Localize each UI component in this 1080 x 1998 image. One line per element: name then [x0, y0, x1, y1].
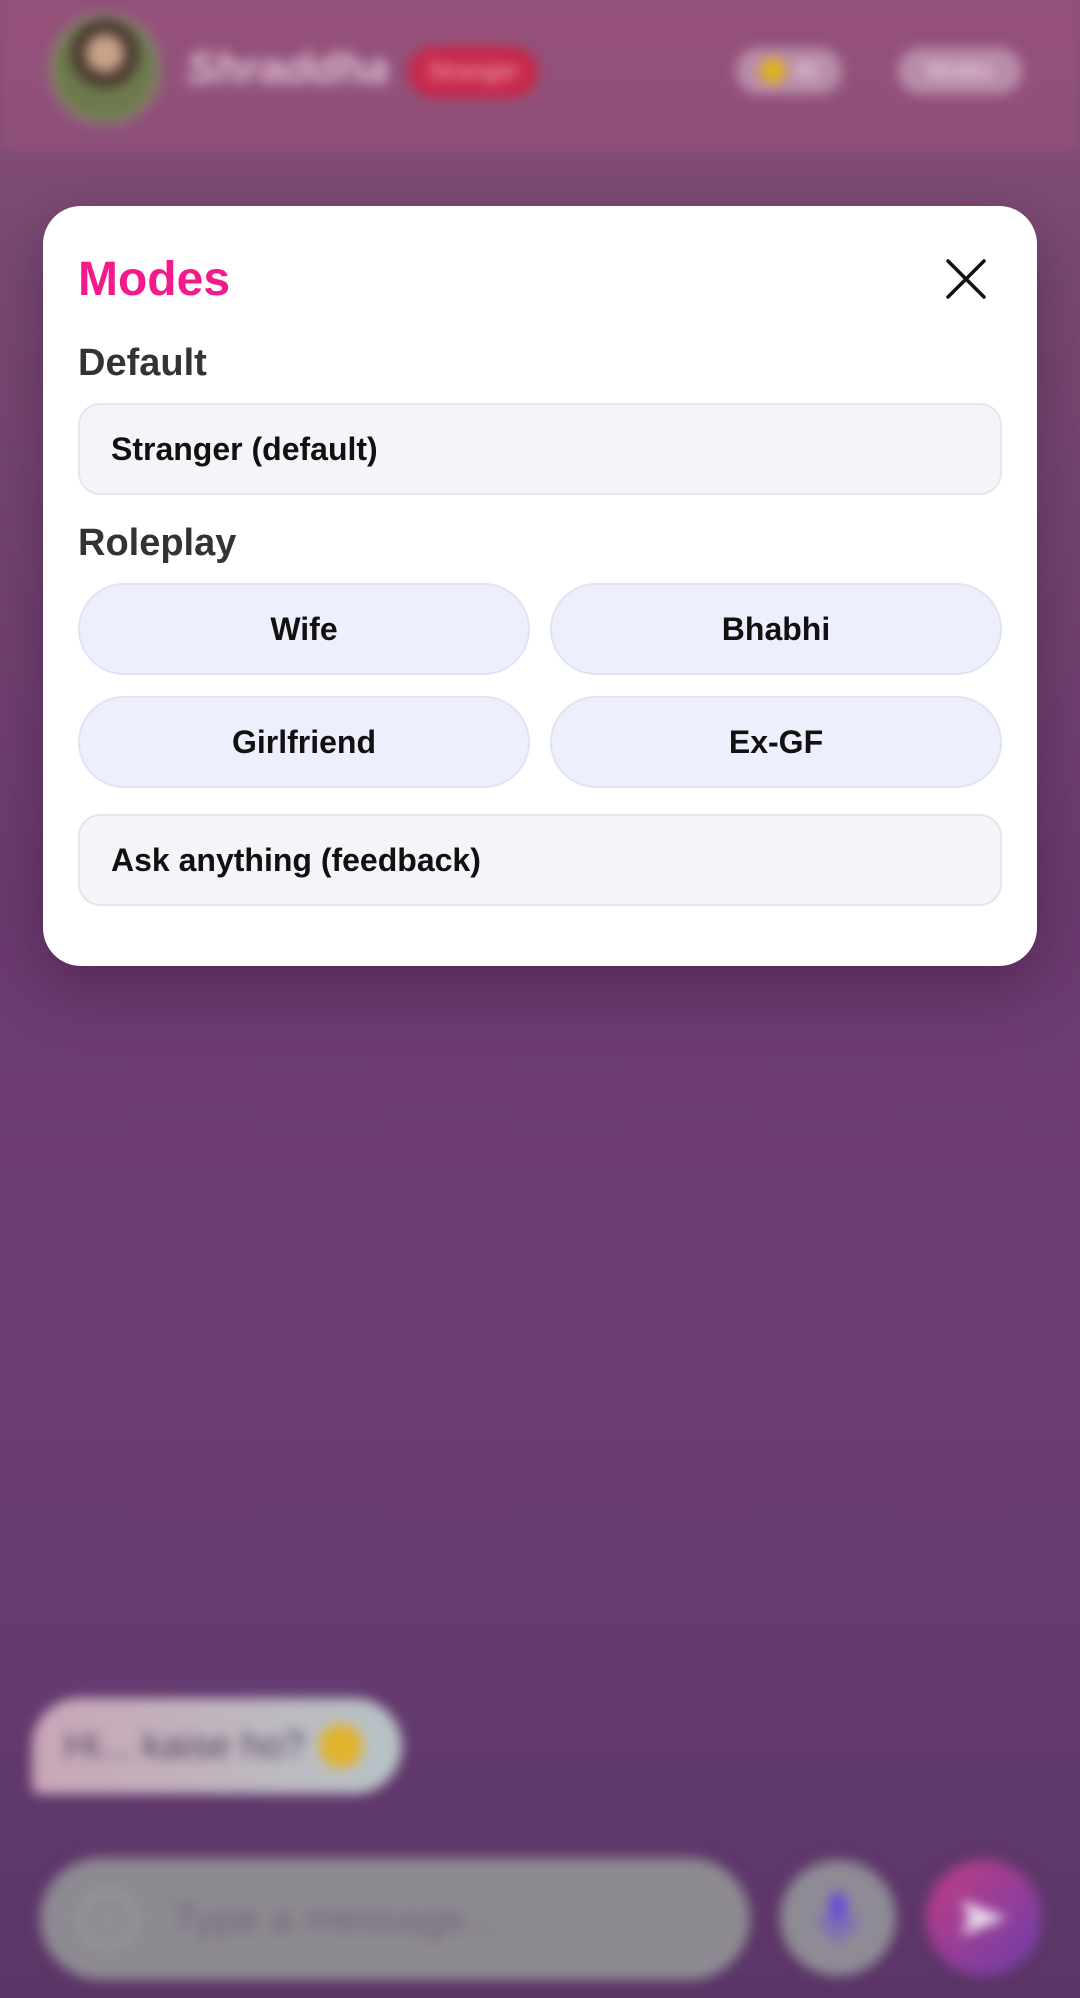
coins-pill[interactable]: 90	[736, 48, 842, 94]
stranger-default-option[interactable]: Stranger (default)	[78, 403, 1002, 495]
message-composer	[40, 1858, 750, 1980]
message-input[interactable]	[172, 1896, 692, 1942]
default-heading: Default	[78, 342, 207, 384]
chat-message-bubble: Hi... kaise ho?	[32, 1698, 402, 1794]
close-icon	[946, 259, 986, 299]
send-icon	[961, 1900, 1007, 1936]
feedback-option[interactable]: Ask anything (feedback)	[78, 814, 1002, 906]
character-name: Shraddha	[186, 44, 389, 93]
roleplay-wife-button[interactable]: Wife	[78, 583, 530, 675]
roleplay-bhabhi-button[interactable]: Bhabhi	[550, 583, 1002, 675]
microphone-icon	[820, 1892, 856, 1942]
chat-header: Shraddha Stranger 90 Modes	[0, 0, 1080, 150]
roleplay-ex-gf-button[interactable]: Ex-GF	[550, 696, 1002, 788]
mode-badge[interactable]: Stranger	[408, 46, 538, 98]
coin-icon	[759, 58, 786, 84]
coins-value: 90	[793, 58, 819, 83]
microphone-button[interactable]	[780, 1860, 896, 1976]
chat-message-text: Hi... kaise ho?	[64, 1724, 305, 1767]
smile-emoji-icon	[318, 1724, 363, 1768]
modal-title: Modes	[78, 253, 231, 306]
send-button[interactable]	[926, 1860, 1042, 1976]
roleplay-heading: Roleplay	[78, 522, 237, 564]
roleplay-girlfriend-button[interactable]: Girlfriend	[78, 696, 530, 788]
smile-icon[interactable]	[80, 1891, 136, 1947]
close-button[interactable]	[945, 258, 987, 300]
avatar[interactable]	[50, 14, 160, 124]
modes-button[interactable]: Modes	[898, 48, 1022, 94]
modes-modal: Modes Default Stranger (default) Rolepla…	[43, 206, 1037, 966]
